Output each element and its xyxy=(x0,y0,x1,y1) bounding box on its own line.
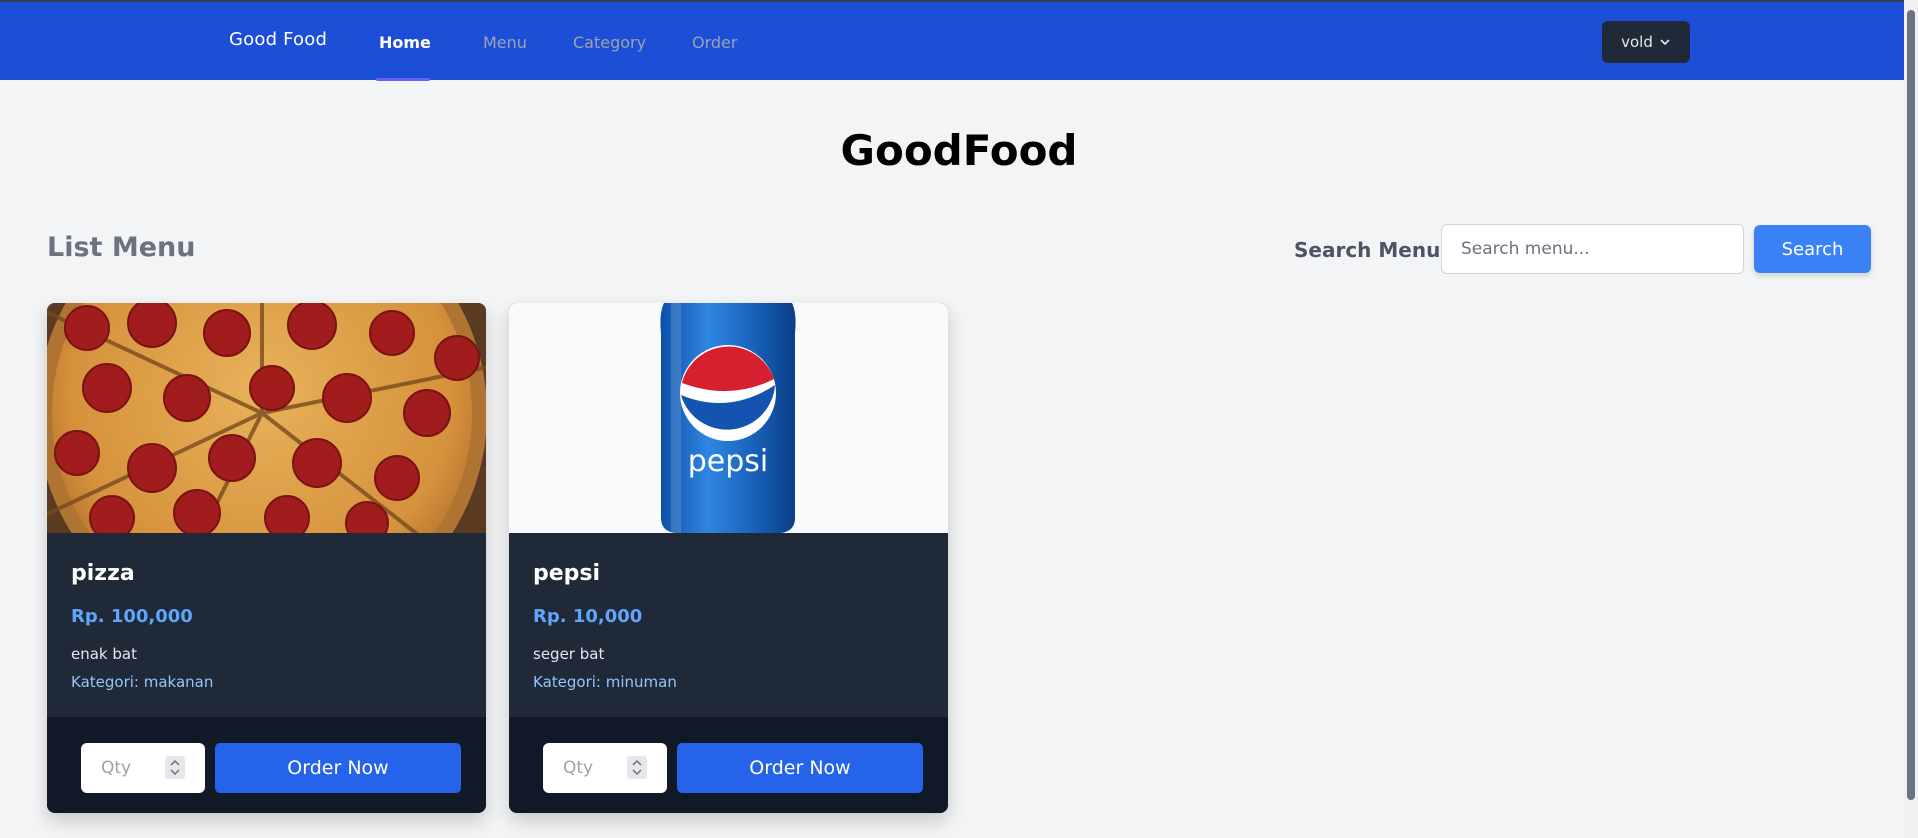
card-footer: Qty Order Now xyxy=(47,717,486,813)
chevron-down-icon xyxy=(1660,39,1670,46)
item-category: Kategori: makanan xyxy=(71,673,214,691)
card-body: pepsi Rp. 10,000 seger bat Kategori: min… xyxy=(509,533,948,717)
item-price: Rp. 100,000 xyxy=(71,606,193,627)
quantity-stepper[interactable]: Qty xyxy=(543,743,667,793)
item-name: pepsi xyxy=(533,561,601,586)
user-menu-dropdown[interactable]: vold xyxy=(1602,21,1690,63)
spinner-arrows-icon[interactable] xyxy=(165,756,185,779)
item-description: seger bat xyxy=(533,645,605,663)
nav-link-menu[interactable]: Menu xyxy=(483,33,527,52)
list-menu-heading: List Menu xyxy=(47,232,196,263)
search-input[interactable] xyxy=(1441,224,1744,274)
user-name: vold xyxy=(1621,33,1653,51)
active-tab-indicator xyxy=(376,78,430,81)
pizza-image xyxy=(47,303,486,533)
svg-text:pepsi: pepsi xyxy=(688,444,769,479)
qty-placeholder: Qty xyxy=(563,758,594,778)
qty-placeholder: Qty xyxy=(101,758,132,778)
item-name: pizza xyxy=(71,561,135,586)
pepsi-image: pepsi xyxy=(509,303,948,533)
item-price: Rp. 10,000 xyxy=(533,606,643,627)
quantity-stepper[interactable]: Qty xyxy=(81,743,205,793)
search-menu-label: Search Menu xyxy=(1294,238,1441,262)
item-category: Kategori: minuman xyxy=(533,673,677,691)
search-button[interactable]: Search xyxy=(1754,225,1871,273)
brand-logo-text[interactable]: Good Food xyxy=(229,29,327,50)
spinner-arrows-icon[interactable] xyxy=(627,756,647,779)
card-body: pizza Rp. 100,000 enak bat Kategori: mak… xyxy=(47,533,486,717)
menu-card-pepsi: pepsi pepsi Rp. 10,000 seger bat Kategor… xyxy=(509,303,948,813)
card-footer: Qty Order Now xyxy=(509,717,948,813)
order-now-button[interactable]: Order Now xyxy=(677,743,923,793)
menu-card-pizza: pizza Rp. 100,000 enak bat Kategori: mak… xyxy=(47,303,486,813)
item-description: enak bat xyxy=(71,645,137,663)
nav-link-order[interactable]: Order xyxy=(692,33,737,52)
page-title: GoodFood xyxy=(840,126,1078,175)
order-now-button[interactable]: Order Now xyxy=(215,743,461,793)
nav-link-category[interactable]: Category xyxy=(573,33,646,52)
nav-link-home[interactable]: Home xyxy=(379,33,431,52)
top-navbar: Good Food Home Menu Category Order vold xyxy=(0,0,1918,81)
